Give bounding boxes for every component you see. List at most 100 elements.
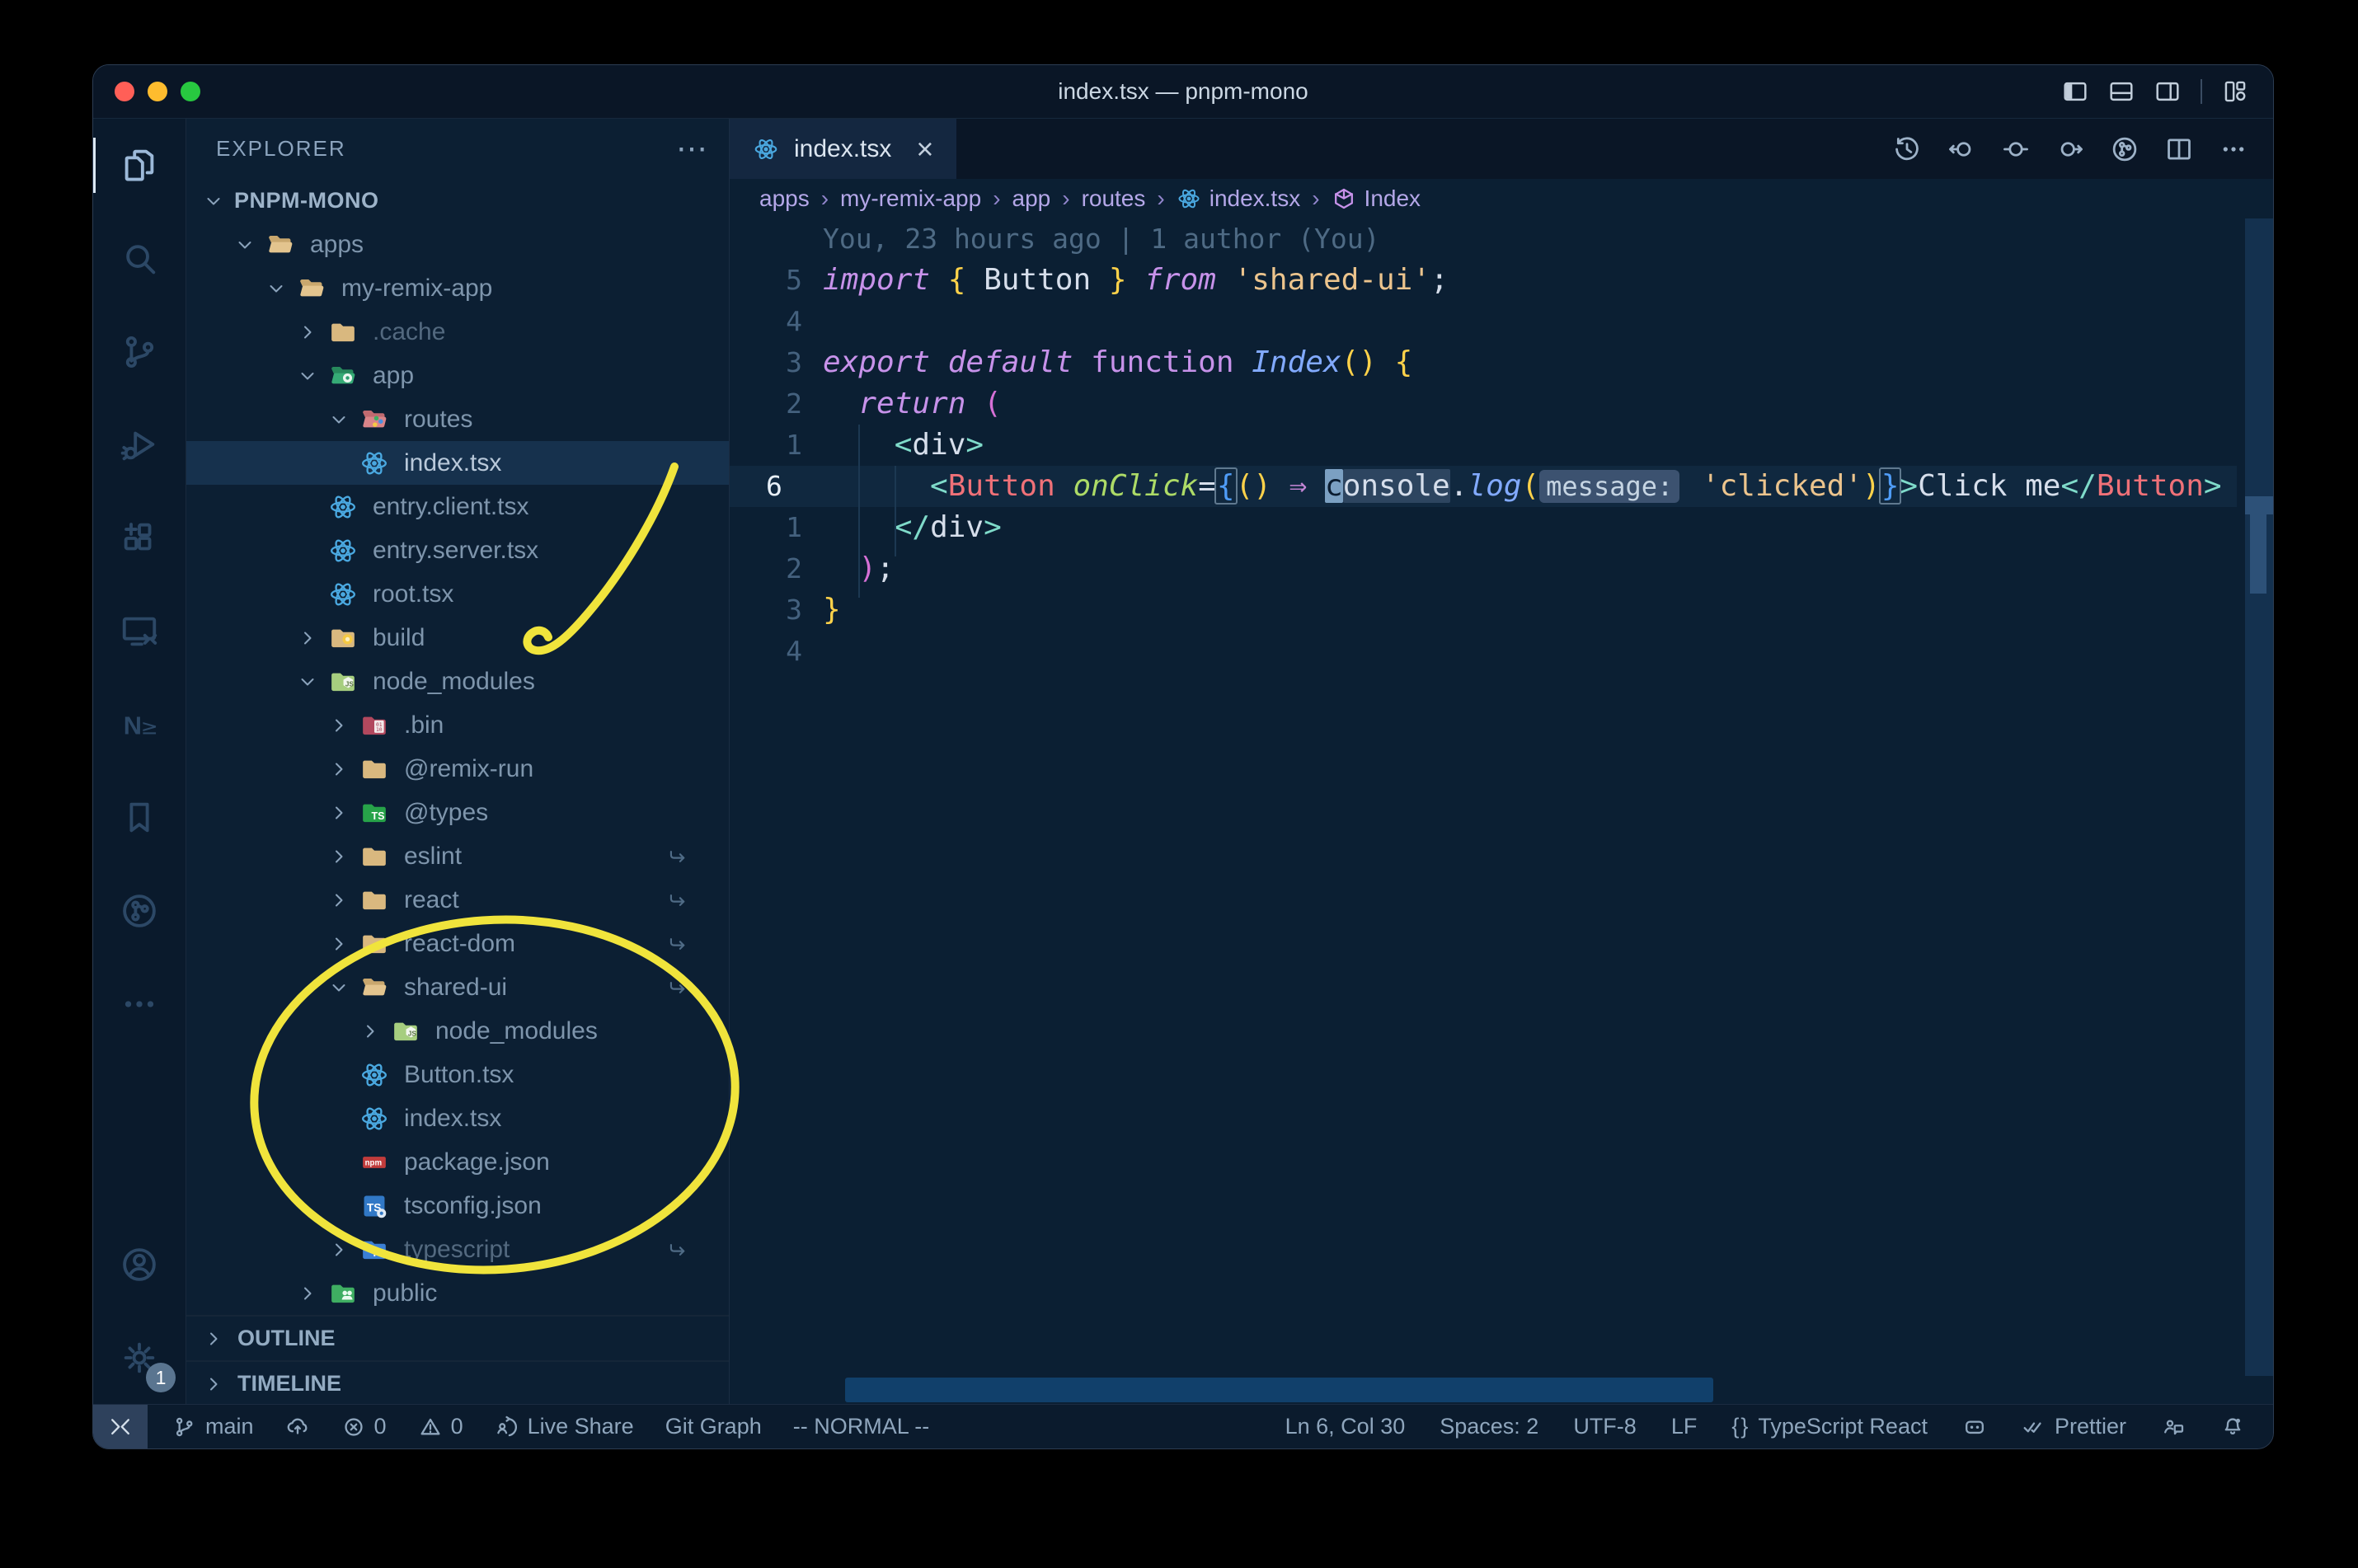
status-item-prettier[interactable]: Prettier: [2022, 1414, 2126, 1439]
tree-item-apps[interactable]: apps: [186, 223, 729, 266]
panel-left-icon[interactable]: [2062, 78, 2088, 105]
chevron-down-icon[interactable]: [234, 234, 265, 256]
activitybar-search[interactable]: [93, 212, 186, 305]
layout-customize-icon[interactable]: [2222, 78, 2248, 105]
timeline-section[interactable]: TIMELINE: [186, 1360, 729, 1404]
code-line-2[interactable]: 2 );: [730, 548, 2237, 589]
tree-item-node_modules[interactable]: JS node_modules: [186, 660, 729, 703]
tree-item-react[interactable]: react: [186, 878, 729, 922]
tree-item-entry.client.tsx[interactable]: entry.client.tsx: [186, 485, 729, 528]
code-line-2[interactable]: 2 return (: [730, 383, 2237, 425]
more-icon[interactable]: [2219, 134, 2248, 164]
tree-item-tsconfig.json[interactable]: TS tsconfig.json: [186, 1184, 729, 1228]
tree-item-@types[interactable]: TS @types: [186, 791, 729, 834]
breadcrumb-index.tsx[interactable]: index.tsx: [1177, 185, 1300, 212]
nav-forward-icon[interactable]: [2055, 134, 2085, 164]
code-line-4[interactable]: 4: [730, 301, 2237, 342]
chevron-right-icon[interactable]: [328, 890, 359, 911]
tab-index-tsx[interactable]: index.tsx ×: [730, 119, 957, 179]
nav-dot-icon[interactable]: [2001, 134, 2031, 164]
tree-item-index.tsx[interactable]: index.tsx: [186, 441, 729, 485]
chevron-down-icon[interactable]: [297, 365, 328, 387]
chevron-down-icon[interactable]: [265, 278, 297, 299]
status-item-spaces-2[interactable]: Spaces: 2: [1440, 1414, 1538, 1439]
code-line-4[interactable]: 4: [730, 631, 2237, 672]
chevron-right-icon[interactable]: [328, 715, 359, 736]
chevron-down-icon[interactable]: [203, 190, 234, 212]
status-item-0[interactable]: 0: [341, 1414, 387, 1439]
code-line-6[interactable]: 6 <Button onClick={() ⇒ console.log(mess…: [730, 466, 2237, 507]
status-item-lf[interactable]: LF: [1671, 1414, 1698, 1439]
activitybar-source-control[interactable]: [93, 305, 186, 398]
tree-item-eslint[interactable]: eslint: [186, 834, 729, 878]
status-item-utf-8[interactable]: UTF-8: [1573, 1414, 1637, 1439]
tree-item-public[interactable]: public: [186, 1271, 729, 1315]
breadcrumb-app[interactable]: app: [1012, 185, 1051, 212]
status-item-feedback[interactable]: [2161, 1415, 2186, 1439]
chevron-down-icon[interactable]: [328, 977, 359, 998]
activitybar-git-graph[interactable]: [93, 864, 186, 957]
activitybar-bookmarks[interactable]: [93, 771, 186, 864]
code-line-1[interactable]: 1 <div>: [730, 425, 2237, 466]
tree-item-index.tsx[interactable]: index.tsx: [186, 1096, 729, 1140]
history-icon[interactable]: [1892, 134, 1922, 164]
status-item-ln-6-col-30[interactable]: Ln 6, Col 30: [1285, 1414, 1406, 1439]
activitybar-nx-console[interactable]: N ≥: [93, 678, 186, 771]
scrollbar-slider[interactable]: [2250, 514, 2266, 594]
status-item-typescript-react[interactable]: {} TypeScript React: [1731, 1414, 1928, 1439]
tree-item-typescript[interactable]: TS typescript: [186, 1228, 729, 1271]
tree-item-node_modules[interactable]: JS node_modules: [186, 1009, 729, 1053]
activitybar-settings[interactable]: 1: [93, 1311, 186, 1404]
tree-item-app[interactable]: app: [186, 354, 729, 397]
tree-item-package.json[interactable]: npm package.json: [186, 1140, 729, 1184]
activitybar-extensions[interactable]: [93, 491, 186, 584]
breadcrumb-apps[interactable]: apps: [759, 185, 810, 212]
activitybar-files[interactable]: [93, 119, 186, 212]
status-item-live-share[interactable]: Live Share: [495, 1414, 634, 1439]
git-graph-icon[interactable]: [2110, 134, 2140, 164]
breadcrumb-my-remix-app[interactable]: my-remix-app: [840, 185, 981, 212]
tree-root-pnpm-mono[interactable]: PNPM-MONO: [186, 179, 729, 223]
tree-item-.bin[interactable]: 01 10 .bin: [186, 703, 729, 747]
split-editor-icon[interactable]: [2164, 134, 2194, 164]
panel-bottom-icon[interactable]: [2108, 78, 2135, 105]
chevron-down-icon[interactable]: [297, 671, 328, 692]
tree-item-.cache[interactable]: .cache: [186, 310, 729, 354]
tree-item-react-dom[interactable]: react-dom: [186, 922, 729, 965]
remote-indicator[interactable]: [93, 1405, 148, 1448]
nav-back-icon[interactable]: [1947, 134, 1976, 164]
horizontal-scrollbar[interactable]: [845, 1378, 1713, 1402]
tree-item-root.tsx[interactable]: root.tsx: [186, 572, 729, 616]
activitybar-run-debug[interactable]: [93, 398, 186, 491]
chevron-right-icon[interactable]: [359, 1021, 391, 1042]
panel-right-icon[interactable]: [2154, 78, 2181, 105]
close-icon[interactable]: ×: [916, 134, 933, 163]
chevron-right-icon[interactable]: [328, 758, 359, 780]
tree-item-routes[interactable]: routes: [186, 397, 729, 441]
activitybar-more[interactable]: [93, 957, 186, 1050]
chevron-right-icon[interactable]: [328, 846, 359, 867]
scrollbar-slider[interactable]: [2245, 496, 2273, 514]
status-item-git-graph[interactable]: Git Graph: [665, 1414, 762, 1439]
code-editor[interactable]: You, 23 hours ago | 1 author (You) 5 impor…: [730, 218, 2273, 1404]
status-item-cloud-upload[interactable]: [285, 1415, 310, 1439]
vertical-scrollbar[interactable]: [2245, 218, 2273, 1376]
activitybar-remote-explorer[interactable]: [93, 584, 186, 678]
code-line-5[interactable]: 5 import { Button } from 'shared-ui';: [730, 260, 2237, 301]
tree-item-my-remix-app[interactable]: my-remix-app: [186, 266, 729, 310]
outline-section[interactable]: OUTLINE: [186, 1315, 729, 1360]
status-item-0[interactable]: 0: [418, 1414, 463, 1439]
chevron-right-icon[interactable]: [328, 802, 359, 824]
chevron-down-icon[interactable]: [328, 409, 359, 430]
tree-item-entry.server.tsx[interactable]: entry.server.tsx: [186, 528, 729, 572]
explorer-more-button[interactable]: ⋯: [676, 134, 707, 165]
tree-item-@remix-run[interactable]: @remix-run: [186, 747, 729, 791]
status-item-main[interactable]: main: [172, 1414, 254, 1439]
chevron-right-icon[interactable]: [328, 933, 359, 955]
breadcrumb-Index[interactable]: Index: [1332, 185, 1421, 212]
chevron-right-icon[interactable]: [297, 627, 328, 649]
tree-item-Button.tsx[interactable]: Button.tsx: [186, 1053, 729, 1096]
code-line-3[interactable]: 3}: [730, 589, 2237, 631]
tree-item-shared-ui[interactable]: shared-ui: [186, 965, 729, 1009]
code-line-3[interactable]: 3 export default function Index() {: [730, 342, 2237, 383]
